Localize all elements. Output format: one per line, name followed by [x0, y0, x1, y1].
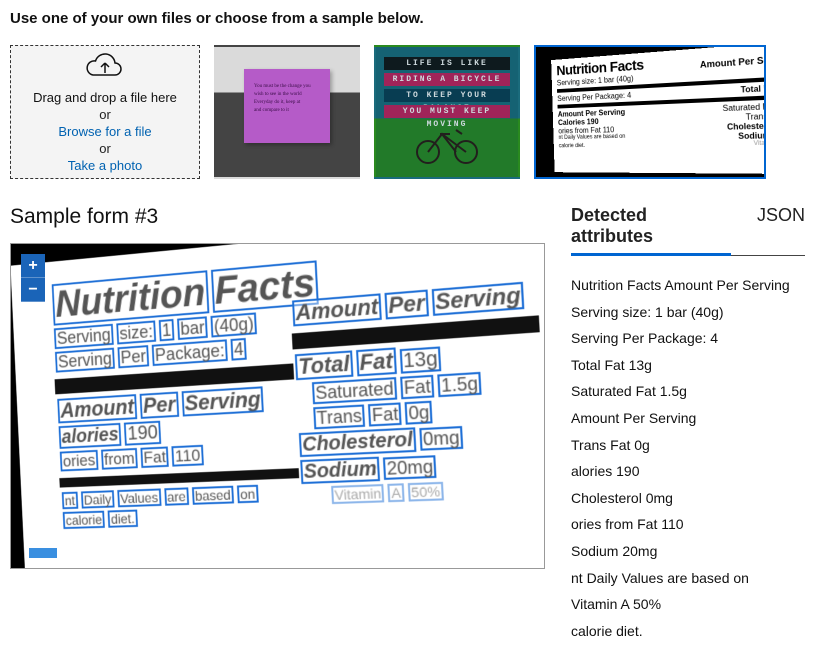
zoom-out-button[interactable]: − [21, 278, 45, 302]
result-line: Saturated Fat 1.5g [571, 378, 805, 405]
result-line: Trans Fat 0g [571, 432, 805, 459]
dropzone-or-1: or [99, 107, 111, 122]
result-line: Vitamin A 50% [571, 591, 805, 618]
result-line: alories 190 [571, 458, 805, 485]
poster-line-1: LIFE IS LIKE [384, 57, 510, 70]
result-line: calorie diet. [571, 618, 805, 645]
sample-card-1[interactable]: You must be the change youwish to see in… [214, 45, 360, 179]
dropzone-text-drag: Drag and drop a file here [33, 90, 177, 105]
take-photo-link[interactable]: Take a photo [68, 158, 142, 173]
zoom-controls: + − [21, 254, 45, 302]
sample-tiles-row: Drag and drop a file here or Browse for … [10, 45, 805, 179]
nutrition-label-thumb: Nutrition FactsAmount Per Serving Servin… [551, 45, 766, 174]
poster-line-3: TO KEEP YOUR BALANCE [384, 89, 510, 102]
detected-results-list: Nutrition Facts Amount Per Serving Servi… [571, 272, 805, 644]
instruction-text: Use one of your own files or choose from… [10, 10, 805, 27]
sample-form-title: Sample form #3 [10, 205, 545, 229]
poster-line-4: YOU MUST KEEP MOVING [384, 105, 510, 118]
analyzed-image: NutritionFacts Servingsize:1bar(40g) Ser… [10, 243, 545, 569]
tab-detected-attributes[interactable]: Detected attributes [571, 205, 731, 256]
viewer-handle[interactable] [29, 548, 57, 558]
poster-line-2: RIDING A BICYCLE [384, 73, 510, 86]
dropzone-or-2: or [99, 141, 111, 156]
tab-json[interactable]: JSON [757, 205, 805, 232]
zoom-in-button[interactable]: + [21, 254, 45, 278]
result-line: Amount Per Serving [571, 405, 805, 432]
result-line: Serving size: 1 bar (40g) [571, 299, 805, 326]
upload-cloud-icon [85, 51, 125, 82]
result-line: Cholesterol 0mg [571, 485, 805, 512]
sticky-note-thumb: You must be the change youwish to see in… [244, 69, 330, 143]
result-line: Sodium 20mg [571, 538, 805, 565]
sample-card-3[interactable]: Nutrition FactsAmount Per Serving Servin… [534, 45, 766, 179]
file-dropzone[interactable]: Drag and drop a file here or Browse for … [10, 45, 200, 179]
result-line: nt Daily Values are based on [571, 565, 805, 592]
image-viewer: + − NutritionFacts Servingsize:1bar(40g)… [10, 243, 545, 569]
bicycle-icon [412, 122, 482, 169]
result-line: Serving Per Package: 4 [571, 325, 805, 352]
result-tabs: Detected attributes JSON [571, 205, 805, 256]
result-line: Nutrition Facts Amount Per Serving [571, 272, 805, 299]
result-line: Total Fat 13g [571, 352, 805, 379]
browse-file-link[interactable]: Browse for a file [58, 124, 151, 139]
result-line: ories from Fat 110 [571, 511, 805, 538]
sample-card-2[interactable]: LIFE IS LIKE RIDING A BICYCLE TO KEEP YO… [374, 45, 520, 179]
